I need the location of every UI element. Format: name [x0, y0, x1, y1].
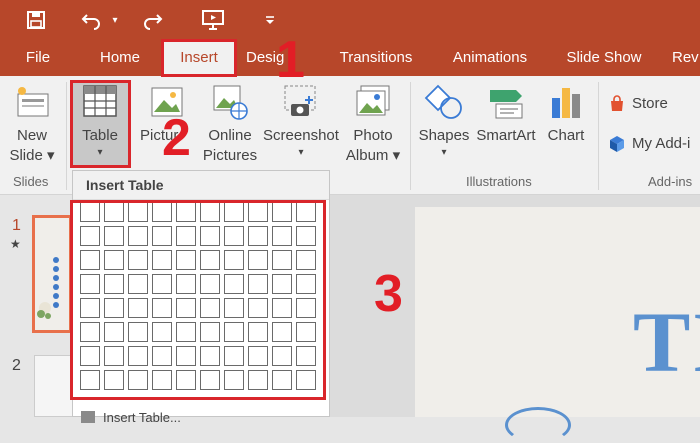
ribbon-tab-bar: File Home Insert Desig Transitions Anima… [0, 42, 700, 76]
new-slide-icon [12, 82, 52, 122]
group-label-slides: Slides [13, 174, 49, 189]
present-from-beginning-icon[interactable] [198, 6, 228, 34]
slide-canvas[interactable]: TI [415, 207, 700, 443]
online-pictures-button[interactable]: Online Pictures [200, 82, 260, 166]
insert-table-menu-label: Insert Table... [103, 410, 181, 425]
slide-thumbnail-1[interactable] [32, 215, 72, 333]
new-slide-label-line2: Slide ▾ [9, 147, 55, 164]
slide-transition-star-icon: ★ [10, 237, 21, 251]
save-icon[interactable] [22, 6, 50, 34]
photo-album-button[interactable]: Photo Album ▾ [340, 82, 406, 166]
slide-number-1: 1 [12, 217, 21, 234]
slide-title-text: TI [633, 294, 700, 390]
group-label-illustrations: Illustrations [466, 174, 532, 189]
photo-album-label-line2: Album ▾ [345, 147, 401, 164]
shapes-icon [424, 82, 464, 122]
smartart-label: SmartArt [476, 127, 536, 144]
tab-home[interactable]: Home [88, 42, 152, 76]
annotation-box-insert-tab [161, 39, 237, 77]
group-separator [410, 82, 411, 190]
store-button[interactable]: Store [608, 94, 700, 114]
photo-album-label-line1: Photo [353, 127, 393, 144]
shapes-dropdown-chevron-icon: ▾ [441, 147, 447, 158]
title-bar: ▾ [0, 0, 700, 42]
customize-toolbar-icon[interactable] [262, 6, 278, 34]
undo-dropdown-chevron-icon[interactable]: ▾ [108, 6, 122, 34]
annotation-box-table-button [70, 80, 131, 168]
slide-number-2: 2 [12, 357, 21, 374]
photo-album-icon [353, 82, 393, 122]
online-pictures-label-line2: Pictures [202, 147, 258, 164]
online-pictures-icon [210, 82, 250, 122]
smartart-icon [486, 82, 526, 122]
tab-review[interactable]: Rev [672, 42, 700, 76]
annotation-step-1: 1 [276, 31, 305, 89]
annotation-box-table-grid [70, 200, 326, 400]
group-label-addins: Add-ins [648, 174, 693, 189]
my-addins-icon [608, 135, 626, 153]
redo-icon[interactable] [138, 6, 166, 34]
shapes-label: Shapes [418, 127, 470, 144]
screenshot-label: Screenshot [263, 127, 339, 144]
smartart-button[interactable]: SmartArt [474, 82, 538, 146]
store-label: Store [632, 95, 668, 112]
online-pictures-label-line1: Online [208, 127, 252, 144]
new-slide-label-line1: New [16, 127, 47, 144]
my-addins-label: My Add-i [632, 135, 691, 152]
store-icon [608, 95, 626, 113]
tab-file[interactable]: File [14, 42, 62, 76]
slide-thumbnail-pane: 1 ★ 2 [0, 195, 76, 417]
screenshot-dropdown-chevron-icon: ▾ [298, 147, 304, 158]
tab-animations[interactable]: Animations [440, 42, 540, 76]
tab-transitions[interactable]: Transitions [330, 42, 422, 76]
slide-decoration-arc [505, 407, 571, 443]
chart-button[interactable]: Chart [542, 82, 590, 146]
annotation-step-3: 3 [374, 265, 403, 323]
screenshot-button[interactable]: Screenshot ▾ [262, 82, 340, 160]
undo-icon[interactable] [78, 6, 106, 34]
chart-icon [546, 82, 586, 122]
insert-table-dropdown-title: Insert Table [73, 171, 329, 200]
chart-label: Chart [547, 127, 585, 144]
annotation-step-2: 2 [162, 109, 191, 167]
insert-table-menu-icon [81, 411, 95, 423]
new-slide-button[interactable]: New Slide ▾ [6, 82, 58, 166]
shapes-button[interactable]: Shapes ▾ [416, 82, 472, 160]
my-addins-button[interactable]: My Add-i [608, 134, 700, 154]
group-separator [66, 82, 67, 190]
group-separator [598, 82, 599, 190]
insert-table-menu-item[interactable]: Insert Table... [81, 407, 321, 425]
tab-slide-show[interactable]: Slide Show [556, 42, 652, 76]
